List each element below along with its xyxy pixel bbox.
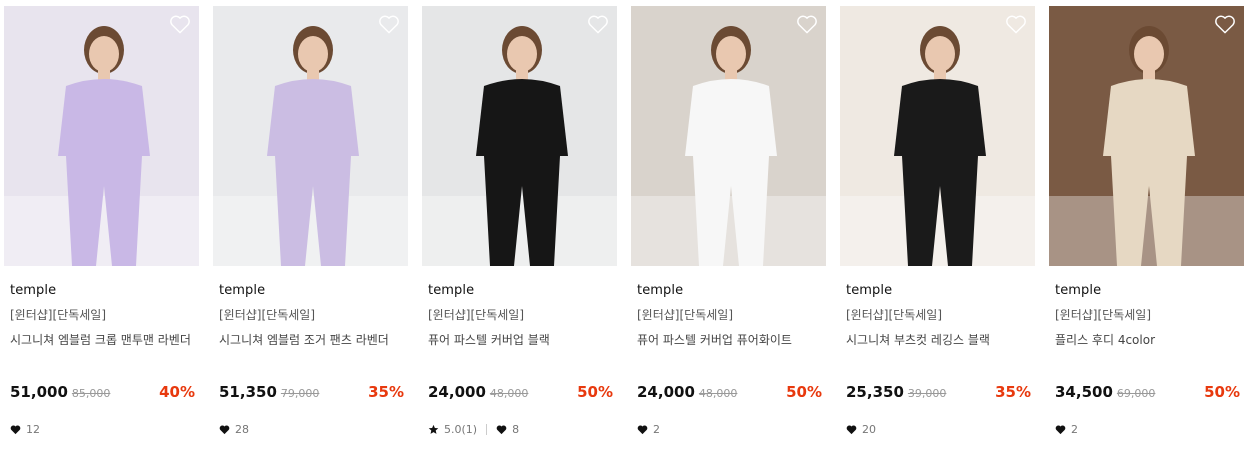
likes-count: 28 — [235, 423, 249, 436]
discount-rate: 35% — [995, 383, 1031, 401]
heart-icon — [219, 424, 230, 435]
product-card[interactable]: temple [윈터샵][단독세일] 시그니쳐 엠블럼 크롭 맨투맨 라벤더 5… — [4, 6, 199, 436]
black-bootcut-leggings-photo — [840, 6, 1035, 266]
product-name[interactable]: 퓨어 파스텔 커버업 퓨어화이트 — [637, 331, 827, 348]
price-row: 34,500 69,000 50% — [1055, 383, 1240, 403]
product-brand[interactable]: temple — [219, 283, 265, 298]
likes-count: 2 — [653, 423, 660, 436]
sale-price: 25,350 — [846, 383, 904, 401]
discount-rate: 40% — [159, 383, 195, 401]
wishlist-heart-icon[interactable] — [796, 14, 818, 34]
product-brand[interactable]: temple — [637, 283, 683, 298]
product-card[interactable]: temple [윈터샵][단독세일] 시그니쳐 부츠컷 레깅스 블랙 25,35… — [840, 6, 1035, 436]
product-image[interactable] — [4, 6, 199, 266]
price-row: 25,350 39,000 35% — [846, 383, 1031, 403]
product-image[interactable] — [213, 6, 408, 266]
wishlist-heart-icon[interactable] — [587, 14, 609, 34]
price-row: 51,000 85,000 40% — [10, 383, 195, 403]
sale-price: 34,500 — [1055, 383, 1113, 401]
price-row: 24,000 48,000 50% — [637, 383, 822, 403]
product-image[interactable] — [1049, 6, 1244, 266]
original-price: 39,000 — [907, 387, 947, 400]
likes-count: 2 — [1071, 423, 1078, 436]
original-price: 48,000 — [489, 387, 529, 400]
product-card[interactable]: temple [윈터샵][단독세일] 플리스 후디 4color 34,500 … — [1049, 6, 1244, 436]
product-name[interactable]: 시그니쳐 부츠컷 레깅스 블랙 — [846, 331, 1036, 348]
wishlist-heart-icon[interactable] — [1214, 14, 1236, 34]
product-promo-tag: [윈터샵][단독세일] — [10, 308, 107, 322]
product-meta: 12 — [10, 423, 40, 436]
lavender-jogger-photo — [213, 6, 408, 266]
heart-icon — [1055, 424, 1066, 435]
product-meta: 5.0(1) 8 — [428, 423, 519, 436]
wishlist-heart-icon[interactable] — [378, 14, 400, 34]
sale-price: 51,000 — [10, 383, 68, 401]
product-meta: 28 — [219, 423, 249, 436]
heart-icon — [846, 424, 857, 435]
discount-rate: 50% — [577, 383, 613, 401]
likes-count: 8 — [512, 423, 520, 436]
product-grid: temple [윈터샵][단독세일] 시그니쳐 엠블럼 크롭 맨투맨 라벤더 5… — [4, 6, 1244, 436]
black-coverup-photo — [422, 6, 617, 266]
product-promo-tag: [윈터샵][단독세일] — [637, 308, 734, 322]
lavender-sweatshirt-photo — [4, 6, 199, 266]
original-price: 85,000 — [71, 387, 111, 400]
discount-rate: 50% — [1204, 383, 1240, 401]
product-meta: 2 — [637, 423, 660, 436]
sale-price: 24,000 — [637, 383, 695, 401]
product-image[interactable] — [840, 6, 1035, 266]
product-brand[interactable]: temple — [428, 283, 474, 298]
star-icon — [428, 424, 439, 435]
product-image[interactable] — [422, 6, 617, 266]
white-coverup-photo — [631, 6, 826, 266]
product-meta: 20 — [846, 423, 876, 436]
discount-rate: 50% — [786, 383, 822, 401]
product-name[interactable]: 시그니쳐 엠블럼 조거 팬츠 라벤더 — [219, 331, 409, 348]
divider — [486, 424, 488, 435]
wishlist-heart-icon[interactable] — [169, 14, 191, 34]
product-brand[interactable]: temple — [1055, 283, 1101, 298]
rating: 5.0(1) — [428, 423, 496, 436]
product-card[interactable]: temple [윈터샵][단독세일] 시그니쳐 엠블럼 조거 팬츠 라벤더 51… — [213, 6, 408, 436]
product-promo-tag: [윈터샵][단독세일] — [219, 308, 316, 322]
product-image[interactable] — [631, 6, 826, 266]
heart-icon — [10, 424, 21, 435]
product-promo-tag: [윈터샵][단독세일] — [428, 308, 525, 322]
beige-fleece-hoodie-photo — [1049, 6, 1244, 266]
product-name[interactable]: 플리스 후디 4color — [1055, 331, 1245, 348]
product-name[interactable]: 퓨어 파스텔 커버업 블랙 — [428, 331, 618, 348]
product-promo-tag: [윈터샵][단독세일] — [1055, 308, 1152, 322]
product-card[interactable]: temple [윈터샵][단독세일] 퓨어 파스텔 커버업 블랙 24,000 … — [422, 6, 617, 436]
product-card[interactable]: temple [윈터샵][단독세일] 퓨어 파스텔 커버업 퓨어화이트 24,0… — [631, 6, 826, 436]
product-promo-tag: [윈터샵][단독세일] — [846, 308, 943, 322]
sale-price: 24,000 — [428, 383, 486, 401]
price-row: 24,000 48,000 50% — [428, 383, 613, 403]
heart-icon — [496, 424, 507, 435]
original-price: 69,000 — [1116, 387, 1156, 400]
likes-count: 12 — [26, 423, 40, 436]
original-price: 48,000 — [698, 387, 738, 400]
product-brand[interactable]: temple — [10, 283, 56, 298]
product-brand[interactable]: temple — [846, 283, 892, 298]
wishlist-heart-icon[interactable] — [1005, 14, 1027, 34]
price-row: 51,350 79,000 35% — [219, 383, 404, 403]
likes-count: 20 — [862, 423, 876, 436]
sale-price: 51,350 — [219, 383, 277, 401]
heart-icon — [637, 424, 648, 435]
product-meta: 2 — [1055, 423, 1078, 436]
rating-value: 5.0(1) — [444, 423, 478, 436]
discount-rate: 35% — [368, 383, 404, 401]
product-name[interactable]: 시그니쳐 엠블럼 크롭 맨투맨 라벤더 — [10, 331, 200, 348]
original-price: 79,000 — [280, 387, 320, 400]
